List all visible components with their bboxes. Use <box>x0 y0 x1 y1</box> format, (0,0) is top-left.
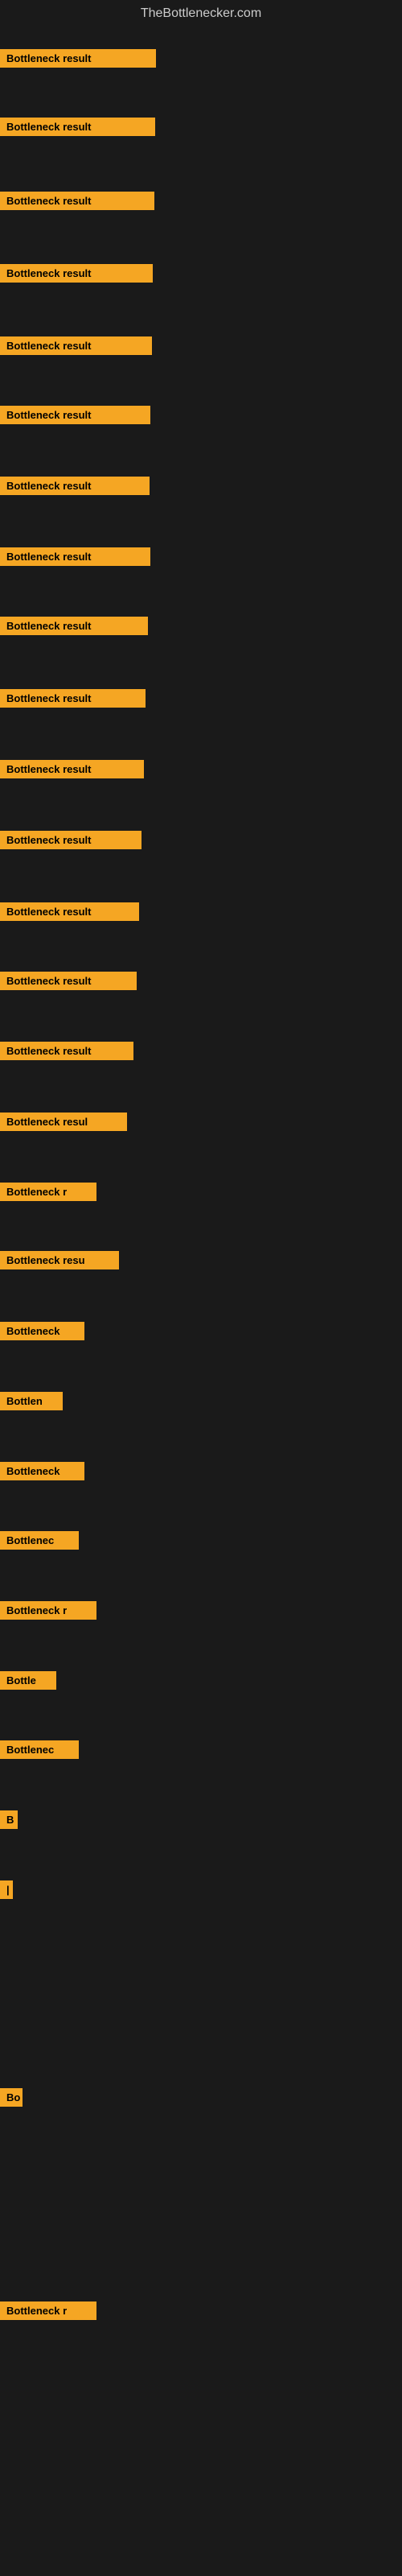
site-title: TheBottlenecker.com <box>0 0 402 27</box>
bottleneck-label: Bottleneck result <box>0 902 139 921</box>
bottleneck-item: Bottleneck r <box>0 1601 96 1624</box>
bottleneck-label: Bottleneck result <box>0 118 155 136</box>
bottleneck-label: Bottleneck <box>0 1322 84 1340</box>
bottleneck-item: B <box>0 1810 18 1833</box>
bottleneck-label: Bottleneck resu <box>0 1251 119 1269</box>
bottleneck-label: Bottleneck result <box>0 617 148 635</box>
bottleneck-label: Bottleneck result <box>0 689 146 708</box>
bottleneck-item: Bottleneck result <box>0 831 142 853</box>
bottleneck-item: Bottleneck r <box>0 1183 96 1205</box>
bottleneck-item: Bottlenec <box>0 1740 79 1763</box>
bottleneck-item: Bottleneck result <box>0 689 146 712</box>
bottleneck-label: Bottleneck result <box>0 49 156 68</box>
bottleneck-label: Bottleneck result <box>0 477 150 495</box>
bottleneck-label: Bottleneck r <box>0 1601 96 1620</box>
bottleneck-item: Bottleneck r <box>0 2301 96 2324</box>
bottleneck-label: Bottleneck result <box>0 192 154 210</box>
bottleneck-label: Bottleneck resul <box>0 1113 127 1131</box>
bottleneck-label: Bottleneck result <box>0 264 153 283</box>
bottleneck-label: | <box>0 1880 13 1899</box>
bottleneck-item: Bottleneck result <box>0 902 139 925</box>
bottleneck-item: Bottleneck resul <box>0 1113 127 1135</box>
bottleneck-item: Bottleneck result <box>0 118 155 140</box>
bottleneck-item: Bottleneck result <box>0 49 156 72</box>
bottleneck-item: Bottleneck result <box>0 1042 133 1064</box>
bottleneck-label: Bottleneck result <box>0 406 150 424</box>
bottleneck-label: Bottle <box>0 1671 56 1690</box>
bottleneck-item: Bottleneck result <box>0 192 154 214</box>
bottleneck-label: Bo <box>0 2088 23 2107</box>
bottleneck-item: Bottleneck resu <box>0 1251 119 1274</box>
bottleneck-label: Bottleneck result <box>0 336 152 355</box>
bottleneck-label: Bottleneck result <box>0 760 144 778</box>
bottleneck-label: Bottleneck r <box>0 2301 96 2320</box>
bottleneck-item: Bottleneck <box>0 1462 84 1484</box>
bottleneck-item: Bottleneck result <box>0 547 150 570</box>
bottleneck-label: B <box>0 1810 18 1829</box>
bottleneck-item: | <box>0 1880 13 1903</box>
bottleneck-item: Bottle <box>0 1671 56 1694</box>
bottleneck-item: Bottleneck result <box>0 477 150 499</box>
bottleneck-item: Bo <box>0 2088 23 2111</box>
bottleneck-label: Bottleneck result <box>0 972 137 990</box>
bottleneck-label: Bottleneck result <box>0 1042 133 1060</box>
bottleneck-label: Bottleneck <box>0 1462 84 1480</box>
bottleneck-item: Bottleneck <box>0 1322 84 1344</box>
bottleneck-item: Bottleneck result <box>0 406 150 428</box>
bottleneck-item: Bottleneck result <box>0 972 137 994</box>
bottleneck-item: Bottlen <box>0 1392 63 1414</box>
bottleneck-label: Bottlen <box>0 1392 63 1410</box>
bottleneck-label: Bottleneck result <box>0 831 142 849</box>
bottleneck-item: Bottleneck result <box>0 760 144 782</box>
bottleneck-item: Bottleneck result <box>0 264 153 287</box>
bottleneck-label: Bottlenec <box>0 1740 79 1759</box>
bottleneck-item: Bottleneck result <box>0 617 148 639</box>
bottleneck-label: Bottlenec <box>0 1531 79 1550</box>
bottleneck-item: Bottleneck result <box>0 336 152 359</box>
bottleneck-label: Bottleneck r <box>0 1183 96 1201</box>
bottleneck-label: Bottleneck result <box>0 547 150 566</box>
bottleneck-item: Bottlenec <box>0 1531 79 1554</box>
